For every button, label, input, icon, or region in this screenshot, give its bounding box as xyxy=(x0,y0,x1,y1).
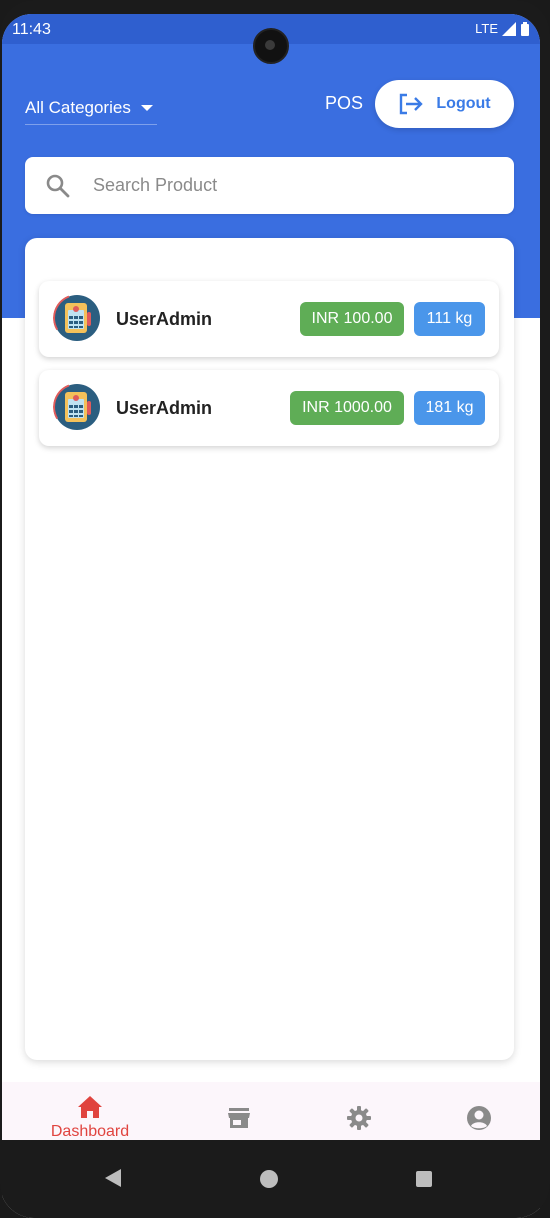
home-icon xyxy=(78,1096,102,1118)
settings-gear-icon xyxy=(347,1106,371,1130)
product-row[interactable]: UserAdmin INR 100.00 111 kg xyxy=(39,281,499,357)
battery-icon xyxy=(521,21,529,36)
nav-label-dashboard: Dashboard xyxy=(50,1123,130,1140)
signal-icon xyxy=(502,21,516,36)
search-bar[interactable] xyxy=(25,157,514,214)
search-input[interactable] xyxy=(91,174,475,197)
dropdown-arrow-icon xyxy=(140,105,153,111)
home-circle-icon[interactable] xyxy=(259,1169,279,1189)
status-time: 11:43 xyxy=(12,21,51,38)
product-avatar-icon xyxy=(53,294,101,342)
pos-label: POS xyxy=(325,93,364,113)
phone-device: 11:43 LTE All Categories POS Logout Sear… xyxy=(0,0,550,1218)
network-type: LTE xyxy=(475,21,498,36)
weight-badge: 181 kg xyxy=(414,391,485,425)
recents-icon[interactable] xyxy=(415,1170,433,1188)
product-row[interactable]: UserAdmin INR 1000.00 181 kg xyxy=(39,370,499,446)
weight-badge: 111 kg xyxy=(414,302,485,336)
product-avatar-icon xyxy=(53,383,101,431)
status-indicators: LTE xyxy=(475,21,530,36)
category-dropdown[interactable]: All Categories xyxy=(25,92,157,125)
store-icon xyxy=(228,1108,250,1128)
front-camera xyxy=(253,28,289,64)
logout-button[interactable]: Logout xyxy=(375,80,514,128)
product-name: UserAdmin xyxy=(116,398,213,418)
search-icon xyxy=(46,174,70,197)
back-icon[interactable] xyxy=(103,1168,123,1188)
product-list-card: UserAdmin INR 100.00 111 kg UserAdmin IN… xyxy=(25,238,514,1060)
app-screen: 11:43 LTE All Categories POS Logout Sear… xyxy=(2,14,540,1218)
category-dropdown-label: All Categories xyxy=(25,98,131,117)
system-navigation-bar xyxy=(0,1140,550,1218)
logout-label: Logout xyxy=(436,95,491,112)
product-name: UserAdmin xyxy=(116,309,213,329)
price-badge: INR 100.00 xyxy=(300,302,404,336)
account-icon xyxy=(467,1106,491,1130)
price-badge: INR 1000.00 xyxy=(290,391,404,425)
logout-icon xyxy=(400,93,424,115)
